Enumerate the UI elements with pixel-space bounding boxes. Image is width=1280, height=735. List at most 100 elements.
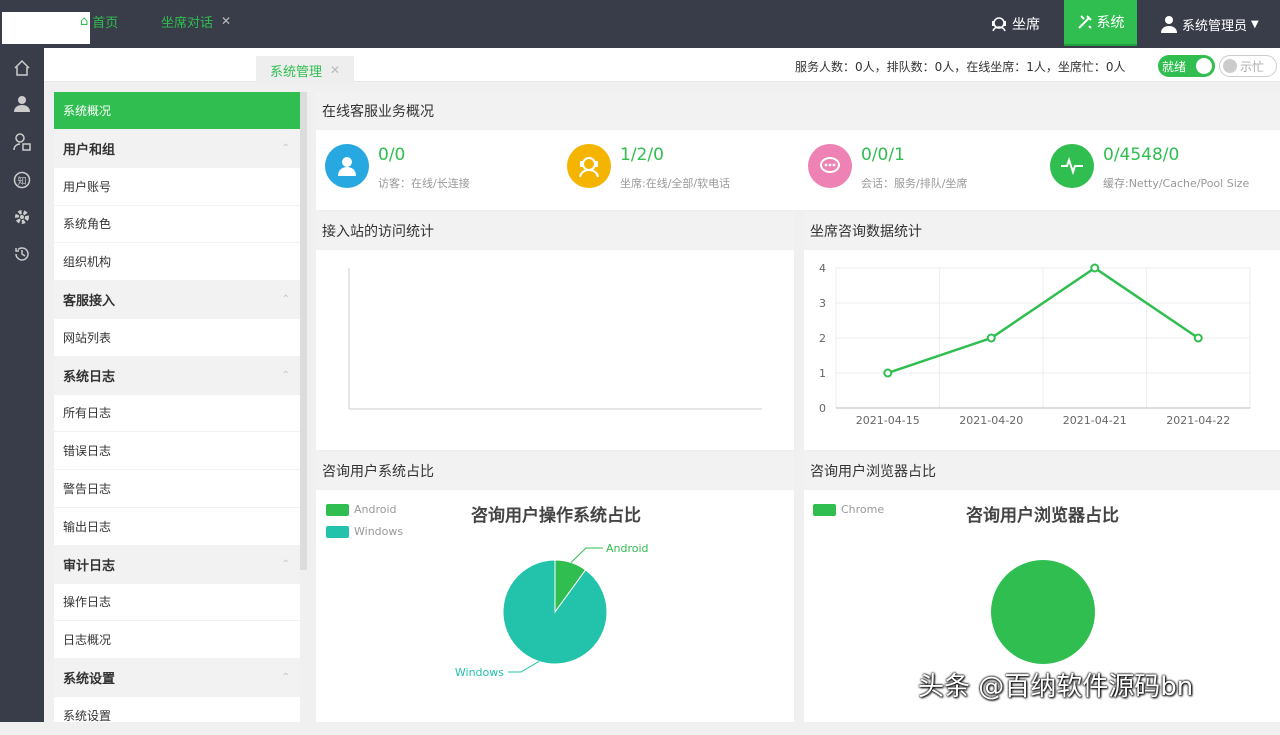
menu-item[interactable]: 组织机构 bbox=[54, 243, 300, 282]
menu-item[interactable]: 系统角色 bbox=[54, 205, 300, 244]
system-nav-button[interactable]: 系统 bbox=[1064, 0, 1137, 46]
seat-nav-label: 坐席 bbox=[1012, 17, 1040, 33]
label-line bbox=[570, 547, 603, 563]
logo bbox=[2, 12, 90, 44]
tab-home[interactable]: ⌂ 首页 bbox=[80, 8, 118, 34]
contact-icon[interactable] bbox=[0, 130, 44, 154]
watermark: 头条 @百纳软件源码bn bbox=[918, 672, 1194, 702]
person-icon[interactable] bbox=[0, 92, 44, 116]
home-icon: ⌂ bbox=[80, 13, 89, 29]
user-icon bbox=[1161, 16, 1177, 33]
stat-value: 0/0/1 bbox=[861, 145, 905, 165]
menu-group-header[interactable]: 系统设置 bbox=[54, 659, 300, 697]
pie-title: 咨询用户浏览器占比 bbox=[966, 506, 1119, 526]
browser-ratio-title: 咨询用户浏览器占比 bbox=[804, 452, 1280, 490]
chat-bubble-icon bbox=[808, 144, 852, 188]
menu-group-header[interactable]: 系统日志 bbox=[54, 356, 300, 395]
y-tick-label: 0 bbox=[819, 402, 826, 415]
label-line bbox=[508, 661, 540, 673]
menu-item[interactable]: 错误日志 bbox=[54, 432, 300, 471]
os-pie-chart: Android Windows bbox=[455, 542, 649, 679]
menu-item[interactable]: 所有日志 bbox=[54, 394, 300, 433]
menu-group-header[interactable]: 客服接入 bbox=[54, 281, 300, 319]
stat-label: 缓存:Netty/Cache/Pool Size bbox=[1103, 177, 1250, 190]
stat-value: 0/0 bbox=[378, 145, 406, 165]
menu-item[interactable]: 用户账号 bbox=[54, 168, 300, 206]
x-tick-label: 2021-04-22 bbox=[1166, 414, 1230, 427]
busy-label: 示忙 bbox=[1240, 59, 1265, 74]
close-icon[interactable]: ✕ bbox=[221, 14, 231, 28]
chevron-down-icon: ▼ bbox=[1251, 18, 1259, 30]
menu-item[interactable]: 系统概况 bbox=[54, 92, 300, 130]
menu-group-header[interactable]: 审计日志 bbox=[54, 545, 300, 584]
toggle-knob bbox=[1223, 59, 1237, 73]
pie-slice bbox=[991, 560, 1095, 664]
gear-icon[interactable] bbox=[0, 205, 44, 229]
pie-title: 咨询用户操作系统占比 bbox=[471, 506, 641, 526]
pie-slice bbox=[502, 559, 608, 665]
tab-system-manage-label: 系统管理 bbox=[270, 64, 323, 80]
data-point bbox=[1090, 263, 1100, 273]
stat-value: 0/4548/0 bbox=[1103, 145, 1180, 165]
ready-toggle[interactable]: 就绪 bbox=[1158, 55, 1215, 77]
legend-item[interactable]: Android bbox=[326, 503, 397, 516]
stat-label: 访客：在线/长连接 bbox=[378, 177, 470, 190]
left-icon-bar: 知 bbox=[0, 48, 44, 722]
overview-title: 在线客服业务概况 bbox=[316, 92, 1280, 130]
legend-swatch bbox=[326, 503, 349, 516]
menu-item[interactable]: 警告日志 bbox=[54, 470, 300, 508]
menu-item[interactable]: 系统设置 bbox=[54, 697, 300, 735]
stat-value: 1/2/0 bbox=[620, 145, 664, 165]
pie-label: Windows bbox=[455, 666, 504, 679]
empty-chart bbox=[348, 268, 762, 410]
y-tick-label: 3 bbox=[819, 297, 826, 310]
menu-item[interactable]: 日志概况 bbox=[54, 621, 300, 660]
tab-system-manage[interactable]: 系统管理 ✕ bbox=[256, 56, 355, 84]
legend-label: Chrome bbox=[841, 503, 885, 516]
y-tick-label: 2 bbox=[819, 332, 826, 345]
seat-nav-button[interactable]: 坐席 bbox=[980, 0, 1050, 48]
menu-item[interactable]: 网站列表 bbox=[54, 319, 300, 357]
data-point bbox=[883, 368, 893, 378]
visitor-icon bbox=[325, 144, 369, 188]
y-tick-label: 1 bbox=[819, 367, 826, 380]
os-ratio-title: 咨询用户系统占比 bbox=[316, 452, 794, 490]
user-name: 系统管理员 bbox=[1182, 18, 1248, 34]
legend-item[interactable]: Chrome bbox=[813, 503, 884, 516]
menu-item[interactable]: 操作日志 bbox=[54, 583, 300, 622]
system-nav-label: 系统 bbox=[1096, 15, 1125, 31]
side-menu: 系统概况用户和组用户账号系统角色组织机构客服接入网站列表系统日志所有日志错误日志… bbox=[54, 92, 300, 735]
svg-text:知: 知 bbox=[17, 175, 26, 187]
x-tick-label: 2021-04-21 bbox=[1063, 414, 1127, 427]
stat-label: 会话：服务/排队/坐席 bbox=[861, 177, 968, 190]
x-tick-label: 2021-04-15 bbox=[856, 414, 920, 427]
pie-label: Android bbox=[606, 542, 649, 555]
data-point bbox=[1193, 333, 1203, 343]
y-tick-label: 4 bbox=[819, 262, 826, 275]
menu-item[interactable]: 输出日志 bbox=[54, 508, 300, 546]
consult-stats-panel: 坐席咨询数据统计 0 1 2 3 4 2021-04-15 2021-04-20 2021-0… bbox=[804, 212, 1280, 450]
legend-swatch bbox=[813, 503, 836, 516]
visit-stats-title: 接入站的访问统计 bbox=[316, 212, 794, 250]
tab-home-label: 首页 bbox=[92, 15, 119, 31]
consult-stats-title: 坐席咨询数据统计 bbox=[804, 212, 1280, 250]
consult-line-chart: 0 1 2 3 4 2021-04-15 2021-04-20 2021-04-21 2021-… bbox=[819, 262, 1251, 427]
stat-sessions: 0/0/1 会话：服务/排队/坐席 bbox=[808, 144, 967, 190]
history-icon[interactable] bbox=[0, 242, 44, 266]
tools-icon bbox=[1077, 15, 1092, 29]
knowledge-icon[interactable]: 知 bbox=[0, 168, 44, 192]
ready-label: 就绪 bbox=[1162, 59, 1187, 74]
headset-icon bbox=[992, 17, 1006, 32]
menu-group-header[interactable]: 用户和组 bbox=[54, 129, 300, 168]
close-icon[interactable]: ✕ bbox=[330, 63, 340, 77]
os-ratio-panel: 咨询用户系统占比 Android Windows 咨询用户操作系统占比 Andr… bbox=[316, 452, 794, 722]
tab-seat-dialog[interactable]: 坐席对话 ✕ bbox=[161, 8, 231, 34]
legend-label: Android bbox=[354, 503, 397, 516]
stat-seats: 1/2/0 坐席:在线/全部/软电话 bbox=[567, 144, 730, 190]
pulse-icon bbox=[1050, 144, 1094, 188]
home-icon[interactable] bbox=[0, 56, 44, 80]
menu-scrollbar[interactable] bbox=[300, 92, 307, 570]
user-menu[interactable]: 系统管理员 ▼ bbox=[1160, 0, 1280, 48]
service-status-text: 服务人数：0人，排队数：0人，在线坐席：1人，坐席忙：0人 bbox=[795, 60, 1126, 74]
busy-toggle[interactable]: 示忙 bbox=[1219, 55, 1277, 77]
